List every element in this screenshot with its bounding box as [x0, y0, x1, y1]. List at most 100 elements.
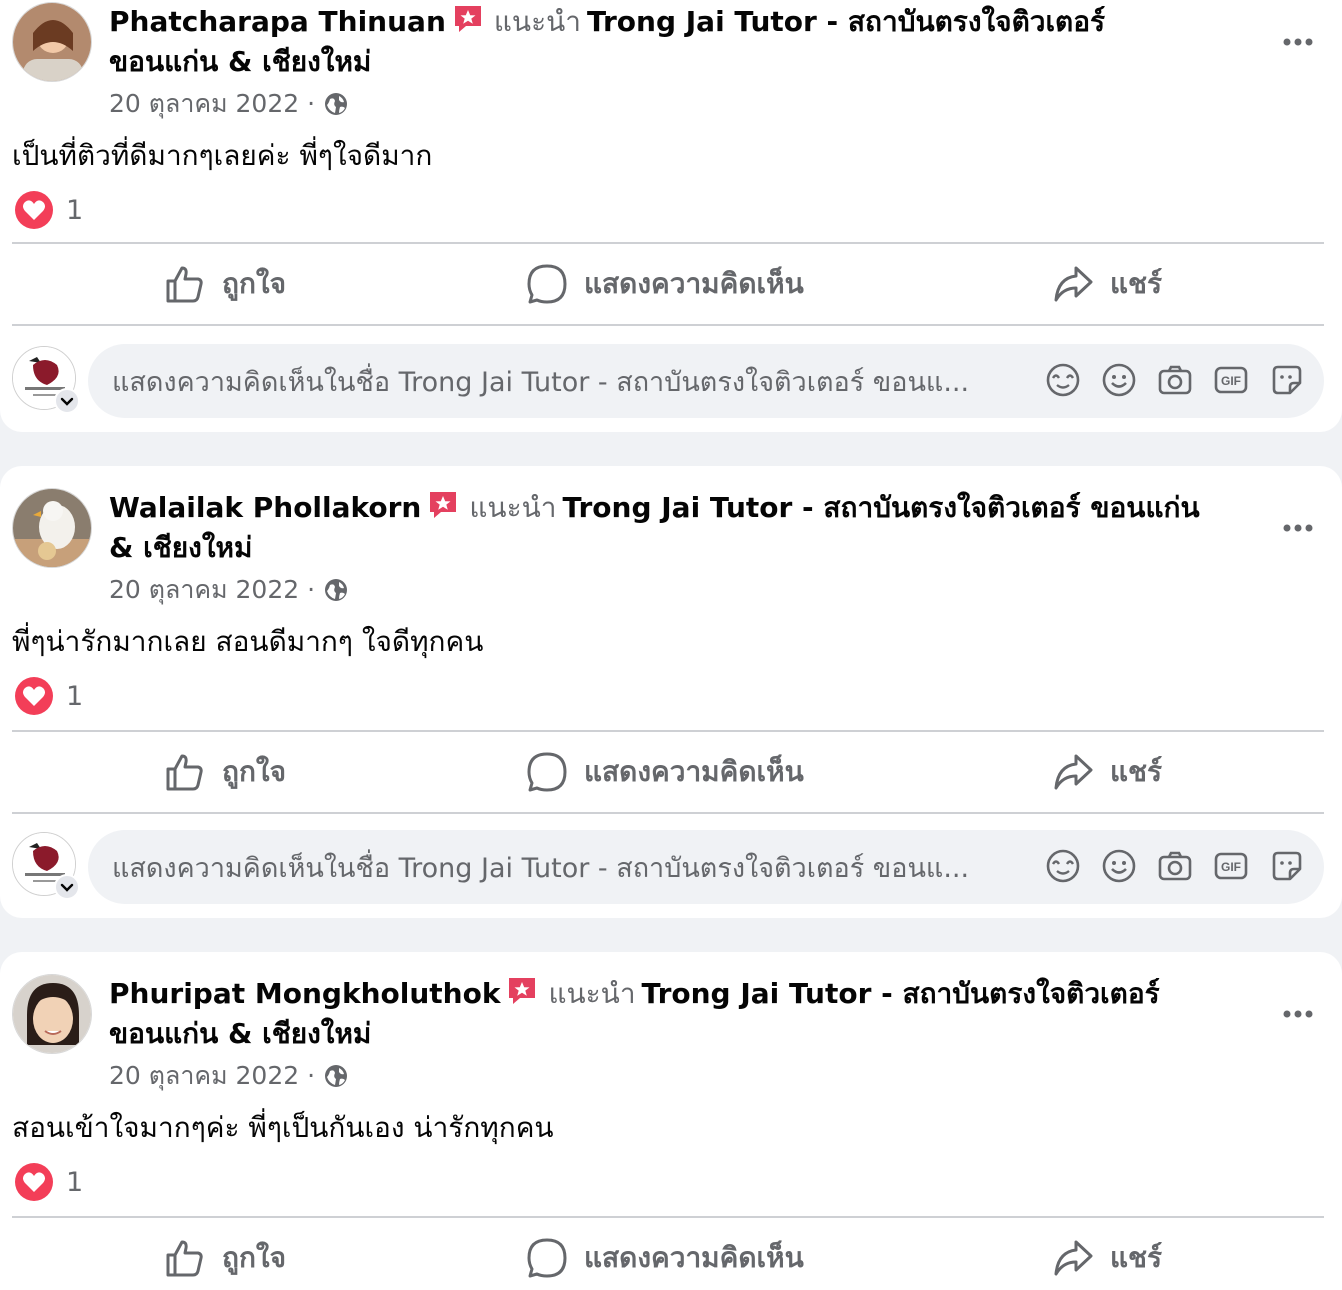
post-meta: 20 ตุลาคม 2022 · [109, 1058, 349, 1094]
author-name[interactable]: Phatcharapa Thinuan [109, 5, 446, 38]
globe-icon [323, 1063, 349, 1089]
author-avatar[interactable] [12, 488, 92, 568]
sticker-icon[interactable] [1268, 361, 1306, 399]
recommend-badge-icon [506, 975, 538, 1007]
recommends-label: แนะนำ [469, 491, 557, 524]
reviews-feed: Phatcharapa Thinuan แนะนำ Trong Jai Tutor … [0, 0, 1342, 1290]
share-button[interactable]: แชร์ [1052, 732, 1162, 812]
emoji-icon[interactable] [1100, 361, 1138, 399]
comment-placeholder: แสดงความคิดเห็นในชื่อ Trong Jai Tutor - … [112, 852, 970, 884]
post-actions: ถูกใจ แสดงความคิดเห็น แชร์ [12, 1218, 1324, 1290]
more-icon[interactable] [1278, 508, 1318, 548]
meta-separator: · [307, 575, 316, 604]
review-card: Phatcharapa Thinuan แนะนำ Trong Jai Tutor … [0, 0, 1342, 432]
post-date[interactable]: 20 ตุลาคม 2022 [109, 1058, 299, 1094]
love-reaction-icon [14, 1162, 54, 1202]
like-label: ถูกใจ [222, 267, 286, 300]
gif-icon[interactable]: GIF [1212, 847, 1250, 885]
avatar-icon[interactable] [1044, 847, 1082, 885]
like-icon [166, 754, 203, 791]
chevron-down-icon[interactable] [54, 388, 80, 414]
input-icons: GIF [1044, 361, 1306, 399]
post-date[interactable]: 20 ตุลาคม 2022 [109, 86, 299, 122]
share-icon [1054, 754, 1093, 790]
more-icon[interactable] [1278, 994, 1318, 1034]
svg-text:GIF: GIF [1221, 860, 1241, 874]
comment-button[interactable]: แสดงความคิดเห็น [526, 244, 804, 324]
post-text: พี่ๆน่ารักมากเลย สอนดีมากๆ ใจดีทุกคน [12, 625, 484, 658]
like-label: ถูกใจ [222, 1241, 286, 1274]
comment-icon [527, 1238, 567, 1278]
post-meta: 20 ตุลาคม 2022 · [109, 86, 349, 122]
post-text: สอนเข้าใจมากๆค่ะ พี่ๆเป็นกันเอง น่ารักทุ… [12, 1111, 554, 1144]
divider [12, 324, 1324, 326]
comment-composer: แสดงความคิดเห็นในชื่อ Trong Jai Tutor - … [12, 344, 1324, 418]
author-line: Phatcharapa Thinuan แนะนำ Trong Jai Tutor … [109, 2, 1219, 82]
post-meta: 20 ตุลาคม 2022 · [109, 572, 349, 608]
globe-icon [323, 91, 349, 117]
reaction-count: 1 [66, 194, 84, 226]
love-reaction-icon [14, 676, 54, 716]
comment-label: แสดงความคิดเห็น [584, 1241, 804, 1274]
comment-placeholder: แสดงความคิดเห็นในชื่อ Trong Jai Tutor - … [112, 366, 970, 398]
post-actions: ถูกใจ แสดงความคิดเห็น แชร์ [12, 244, 1324, 324]
comment-label: แสดงความคิดเห็น [584, 755, 804, 788]
like-button[interactable]: ถูกใจ [164, 244, 286, 324]
like-button[interactable]: ถูกใจ [164, 732, 286, 812]
share-button[interactable]: แชร์ [1052, 244, 1162, 324]
recommend-badge-icon [452, 3, 484, 35]
camera-icon[interactable] [1156, 361, 1194, 399]
chevron-down-icon[interactable] [54, 874, 80, 900]
recommend-badge-icon [427, 489, 459, 521]
divider [12, 812, 1324, 814]
comment-button[interactable]: แสดงความคิดเห็น [526, 732, 804, 812]
author-avatar[interactable] [12, 2, 92, 82]
review-card: Walailak Phollakorn แนะนำ Trong Jai Tutor … [0, 466, 1342, 918]
avatar-icon[interactable] [1044, 361, 1082, 399]
share-label: แชร์ [1110, 1241, 1163, 1274]
gif-icon[interactable]: GIF [1212, 361, 1250, 399]
like-icon [166, 1240, 203, 1277]
author-line: Walailak Phollakorn แนะนำ Trong Jai Tutor … [109, 488, 1219, 568]
comment-icon [527, 752, 567, 792]
author-line: Phuripat Mongkholuthok แนะนำ Trong Jai Tut… [109, 974, 1219, 1054]
reaction-summary[interactable]: 1 [14, 1162, 83, 1202]
more-icon[interactable] [1278, 22, 1318, 62]
post-text: เป็นที่ติวที่ดีมากๆเลยค่ะ พี่ๆใจดีมาก [12, 139, 433, 172]
share-label: แชร์ [1110, 267, 1163, 300]
post-actions: ถูกใจ แสดงความคิดเห็น แชร์ [12, 732, 1324, 812]
globe-icon [323, 577, 349, 603]
sticker-icon[interactable] [1268, 847, 1306, 885]
input-icons: GIF [1044, 847, 1306, 885]
reaction-count: 1 [66, 680, 84, 712]
reaction-count: 1 [66, 1166, 84, 1198]
share-label: แชร์ [1110, 755, 1163, 788]
recommends-label: แนะนำ [493, 5, 581, 38]
review-card: Phuripat Mongkholuthok แนะนำ Trong Jai Tut… [0, 952, 1342, 1290]
share-icon [1054, 1240, 1093, 1276]
like-icon [166, 266, 203, 303]
comment-composer: แสดงความคิดเห็นในชื่อ Trong Jai Tutor - … [12, 830, 1324, 904]
share-button[interactable]: แชร์ [1052, 1218, 1162, 1290]
meta-separator: · [307, 1061, 316, 1090]
comment-button[interactable]: แสดงความคิดเห็น [526, 1218, 804, 1290]
share-icon [1054, 266, 1093, 302]
reaction-summary[interactable]: 1 [14, 676, 83, 716]
svg-text:GIF: GIF [1221, 374, 1241, 388]
meta-separator: · [307, 89, 316, 118]
like-button[interactable]: ถูกใจ [164, 1218, 286, 1290]
like-label: ถูกใจ [222, 755, 286, 788]
reaction-summary[interactable]: 1 [14, 190, 83, 230]
comment-input[interactable]: แสดงความคิดเห็นในชื่อ Trong Jai Tutor - … [88, 830, 1324, 904]
love-reaction-icon [14, 190, 54, 230]
emoji-icon[interactable] [1100, 847, 1138, 885]
comment-input[interactable]: แสดงความคิดเห็นในชื่อ Trong Jai Tutor - … [88, 344, 1324, 418]
recommends-label: แนะนำ [548, 977, 636, 1010]
camera-icon[interactable] [1156, 847, 1194, 885]
author-name[interactable]: Phuripat Mongkholuthok [109, 977, 500, 1010]
author-avatar[interactable] [12, 974, 92, 1054]
comment-label: แสดงความคิดเห็น [584, 267, 804, 300]
post-date[interactable]: 20 ตุลาคม 2022 [109, 572, 299, 608]
author-name[interactable]: Walailak Phollakorn [109, 491, 421, 524]
comment-icon [527, 264, 567, 304]
